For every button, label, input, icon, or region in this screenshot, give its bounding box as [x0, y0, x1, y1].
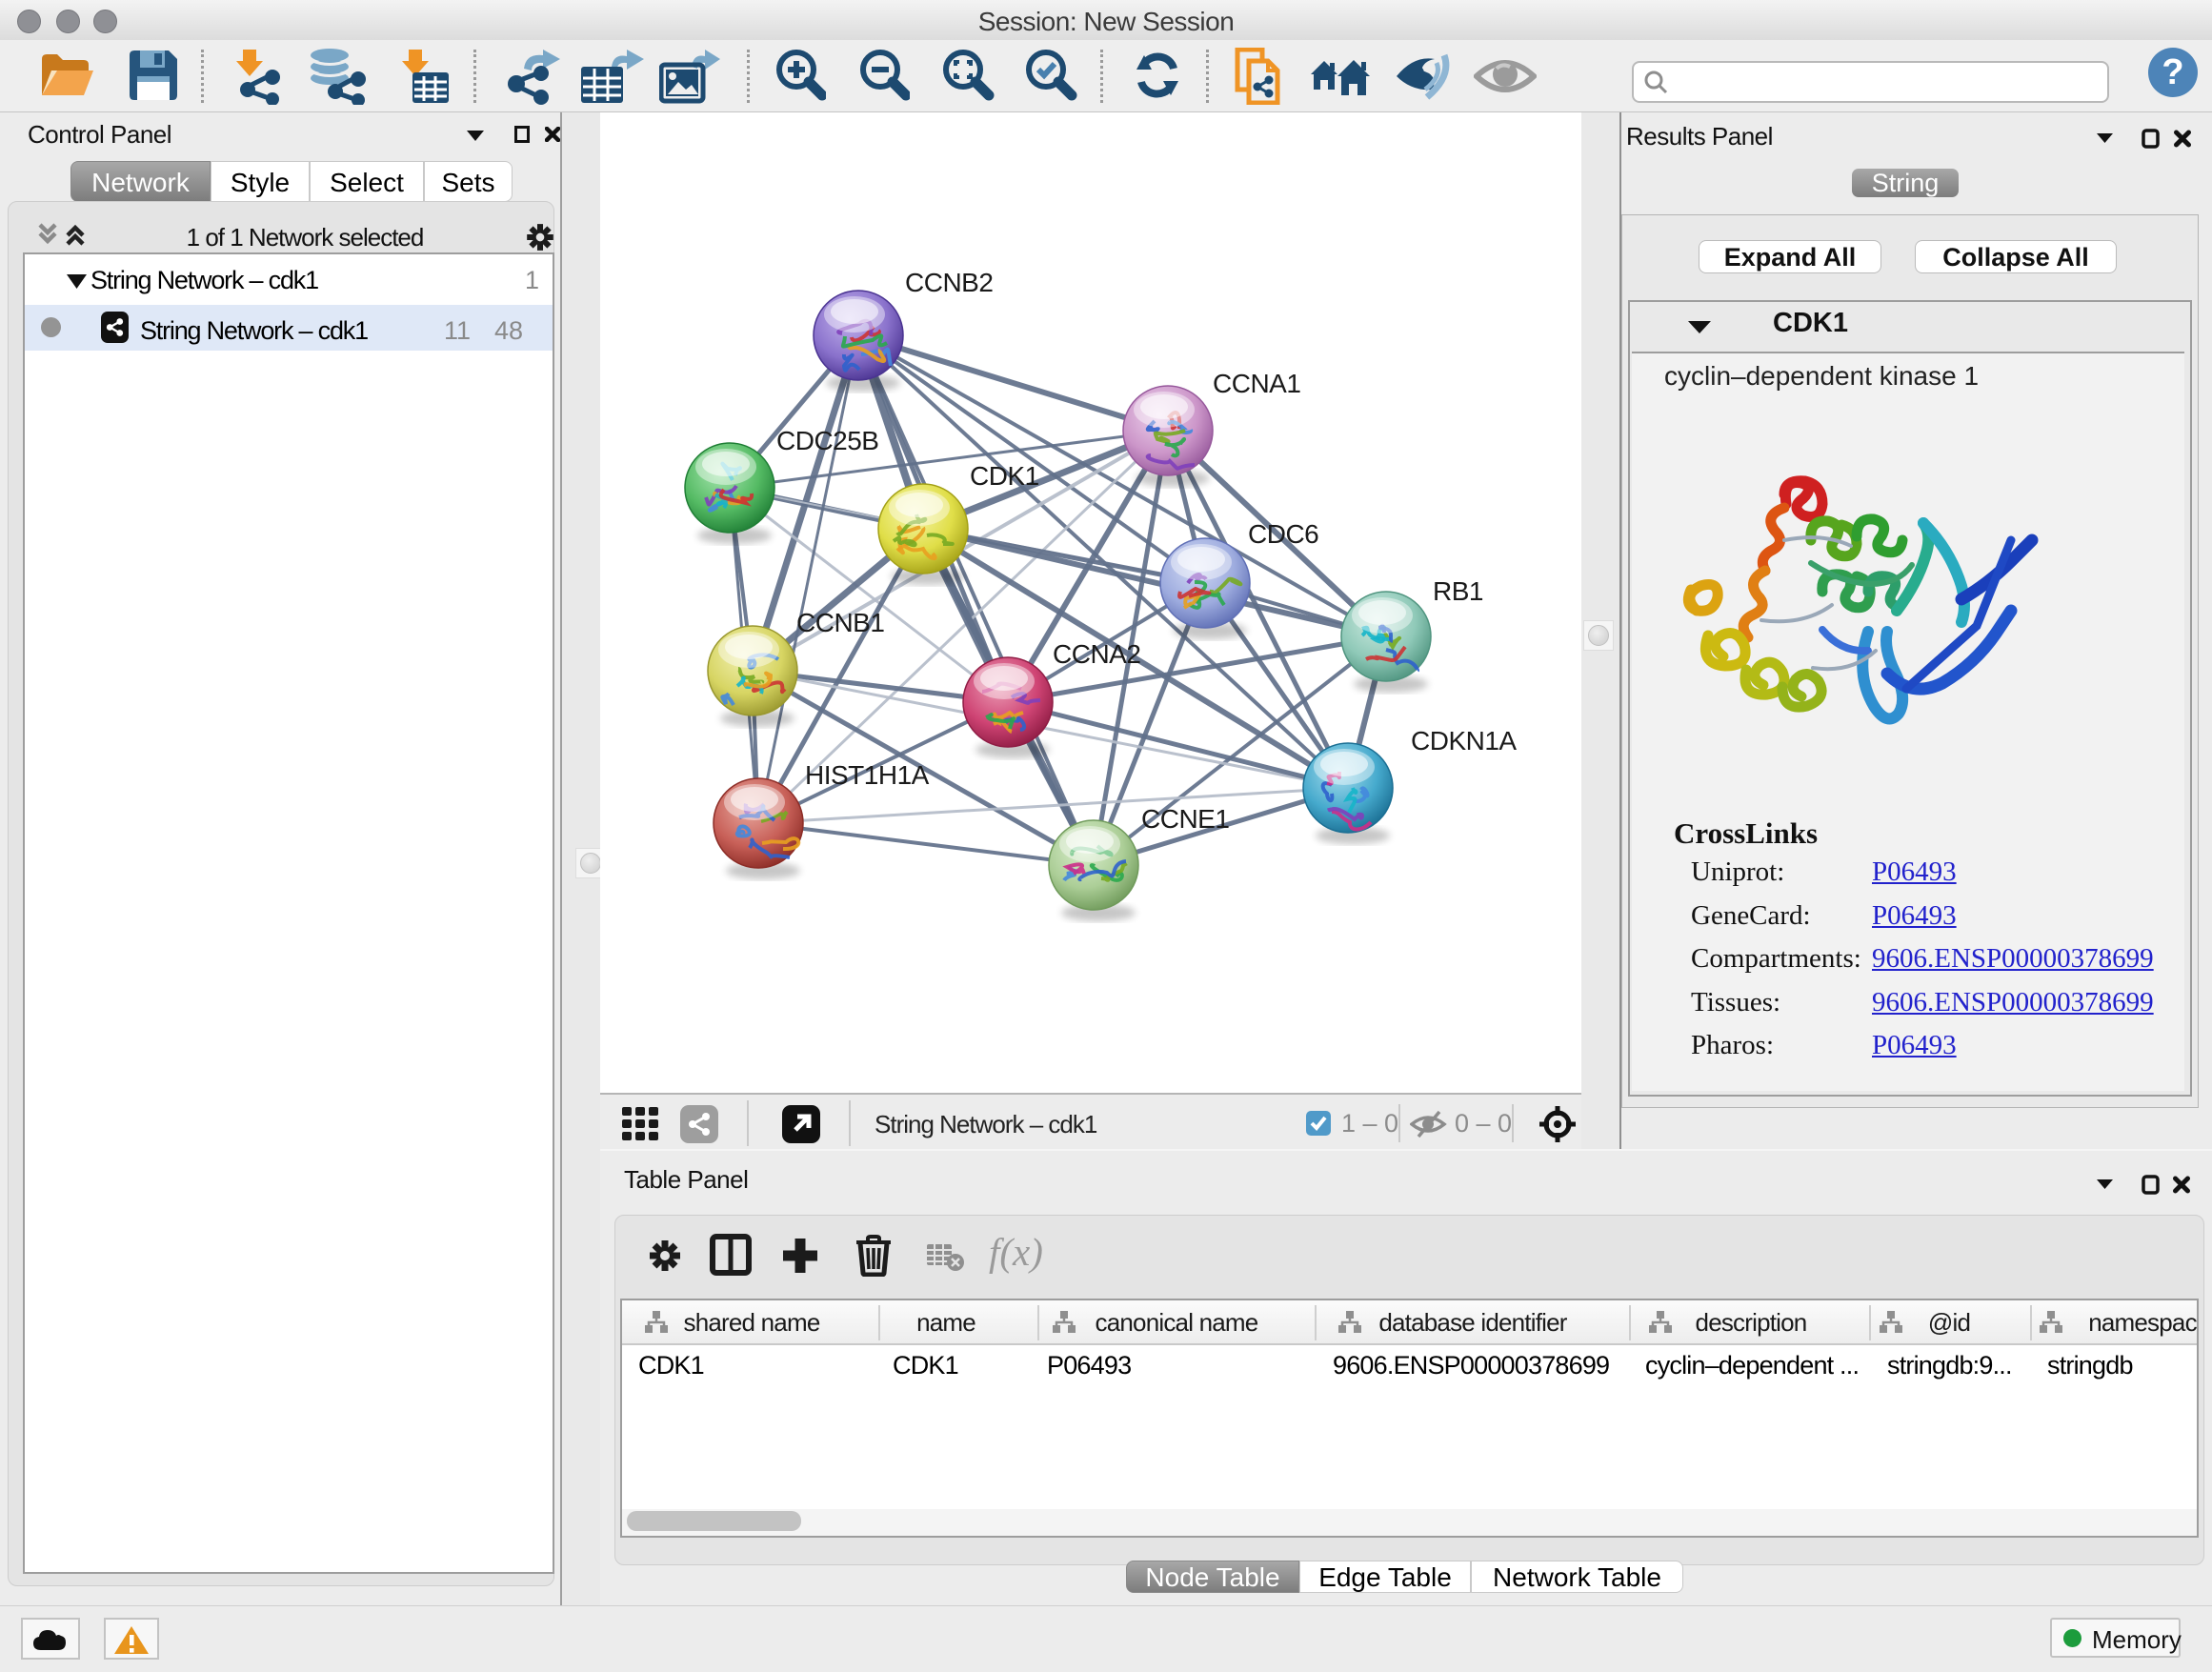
svg-text:CCNB1: CCNB1 [796, 608, 884, 637]
svg-text:?: ? [2162, 52, 2183, 92]
svg-text:CCNA2: CCNA2 [1053, 639, 1140, 669]
svg-text:CDC6: CDC6 [1248, 519, 1318, 549]
svg-text:CDK1: CDK1 [970, 461, 1039, 491]
svg-text:CCNE1: CCNE1 [1141, 804, 1229, 834]
svg-text:RB1: RB1 [1433, 576, 1483, 606]
svg-text:CDKN1A: CDKN1A [1411, 726, 1517, 755]
svg-text:CDC25B: CDC25B [776, 426, 878, 455]
svg-text:CCNB2: CCNB2 [905, 268, 993, 297]
svg-text:CCNA1: CCNA1 [1213, 369, 1300, 398]
svg-text:HIST1H1A: HIST1H1A [805, 760, 930, 790]
